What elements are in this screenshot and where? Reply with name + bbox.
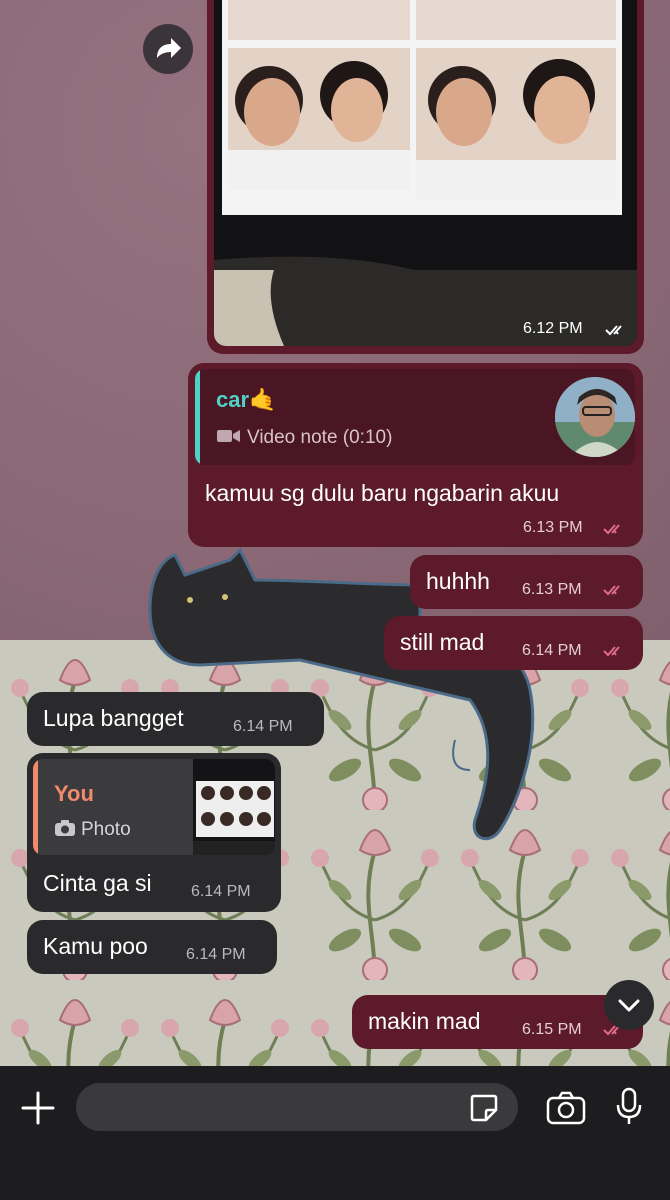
message-text: Cinta ga si [43,870,152,896]
quote-accent-bar [195,369,200,465]
forward-arrow-icon [157,38,181,58]
camera-small-icon [55,820,75,836]
outgoing-message[interactable]: still mad 6.14 PM [384,616,643,670]
photo-message[interactable]: 6.12 PM [207,0,644,354]
photo-image [214,0,637,346]
read-ticks-icon [603,646,620,657]
read-ticks-icon [603,524,620,535]
quoted-photo[interactable]: You Photo [33,759,275,855]
incoming-message[interactable]: Lupa bangget 6.14 PM [27,692,324,746]
message-time: 6.14 PM [186,946,246,963]
message-input[interactable] [76,1083,518,1131]
message-time: 6.14 PM [233,718,293,735]
incoming-message[interactable]: Kamu poo 6.14 PM [27,920,277,974]
quoted-video-note[interactable]: car🤙 Video note (0:10) [195,369,635,465]
camera-button[interactable] [546,1090,586,1126]
message-time: 6.13 PM [522,581,582,598]
quoted-message-type: Video note (0:10) [247,427,393,448]
video-note-thumbnail [555,377,635,457]
message-time: 6.14 PM [522,642,582,659]
microphone-button[interactable] [614,1087,644,1127]
attach-button[interactable] [18,1088,58,1128]
read-ticks-icon [603,585,620,596]
chevron-down-icon [618,999,640,1012]
video-camera-icon [217,430,240,442]
quoted-message-type: Photo [81,819,131,840]
message-text: huhhh [426,568,490,594]
quoted-photo-thumbnail [193,759,275,855]
sticker-button[interactable] [468,1092,500,1124]
scroll-to-bottom-button[interactable] [604,980,654,1030]
message-time: 6.12 PM [523,320,583,337]
photo-thumbnail[interactable] [214,0,637,346]
read-ticks-icon [605,325,622,336]
quote-accent-bar [33,759,38,855]
plus-icon [21,1091,55,1125]
reply-message[interactable]: car🤙 Video note (0:10) kamuu sg dulu bar… [188,363,643,547]
incoming-reply-message[interactable]: You Photo Cinta ga si 6.14 PM [27,753,281,912]
message-text: Kamu poo [43,933,148,959]
camera-icon [546,1091,586,1125]
message-text: still mad [400,629,485,655]
message-time: 6.13 PM [523,519,583,536]
quoted-sender-name: You [54,781,94,806]
forward-button[interactable] [143,24,193,74]
message-time: 6.14 PM [191,883,251,900]
message-text: kamuu sg dulu baru ngabarin akuu [205,480,560,506]
outgoing-message[interactable]: makin mad 6.15 PM [352,995,643,1049]
message-text: makin mad [368,1008,481,1034]
message-time: 6.15 PM [522,1021,582,1038]
message-text: Lupa bangget [43,705,184,731]
sticker-icon [470,1094,498,1122]
outgoing-message[interactable]: huhhh 6.13 PM [410,555,643,609]
microphone-icon [616,1087,642,1124]
quoted-sender-name: car🤙 [216,387,277,412]
